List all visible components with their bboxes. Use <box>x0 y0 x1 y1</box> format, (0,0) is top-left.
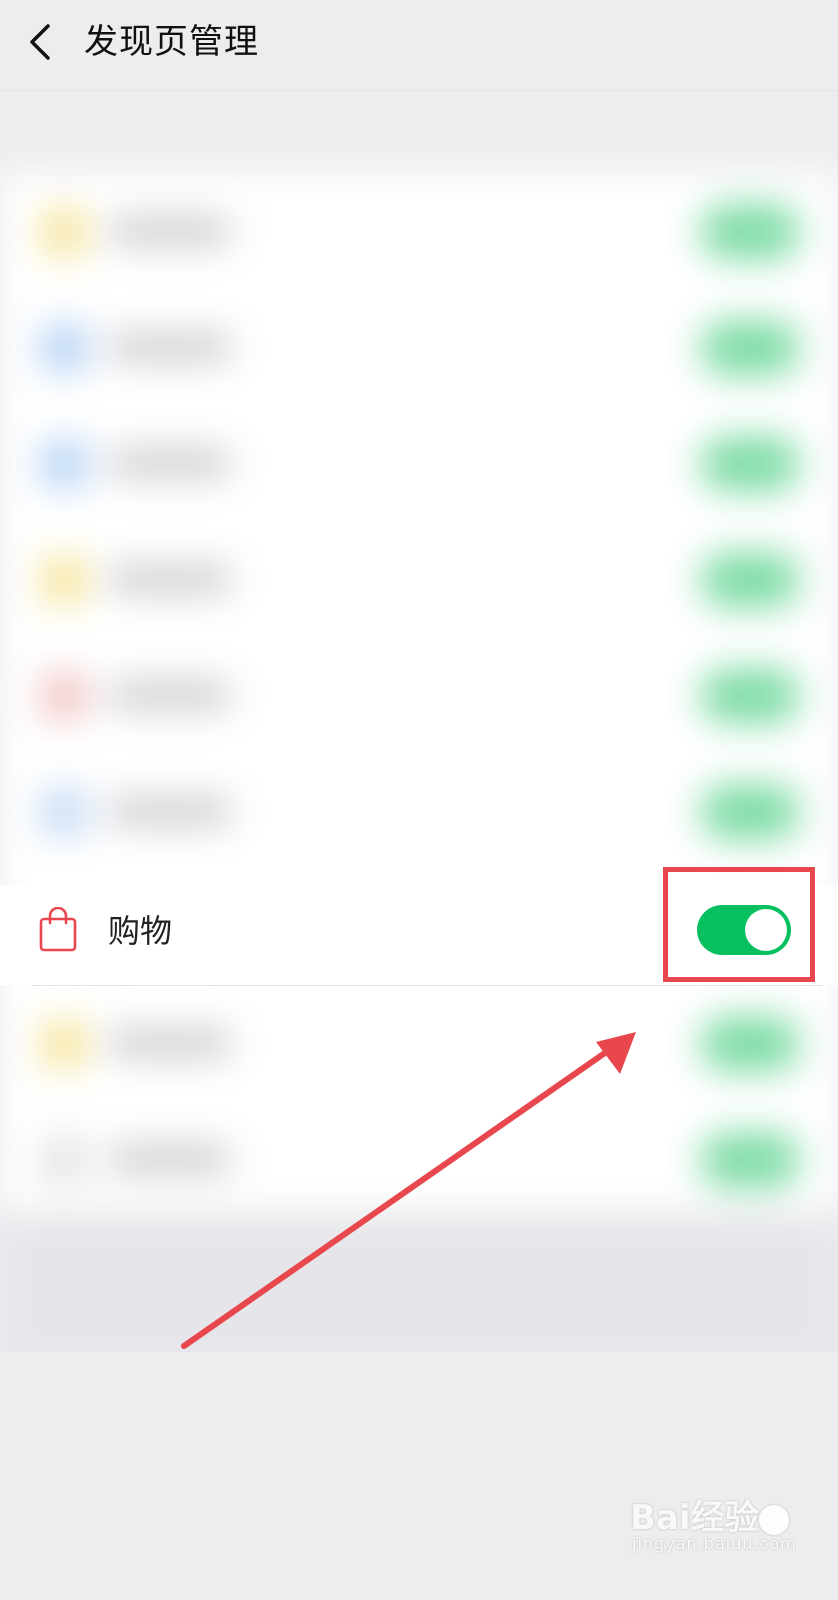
nav-bar: 发现页管理 <box>0 0 838 91</box>
watermark-site: jingyan.baidu.com <box>632 1534 797 1553</box>
annotation-highlight-box <box>663 867 815 982</box>
divider <box>32 985 822 986</box>
chevron-left-icon <box>30 24 50 60</box>
list-item-label: 购物 <box>108 912 173 950</box>
shopping-bag-icon <box>39 907 77 952</box>
back-button[interactable] <box>22 20 62 64</box>
watermark-logo: Bai经验 <box>630 1490 789 1539</box>
paw-icon <box>758 1504 789 1535</box>
page-title: 发现页管理 <box>84 22 259 62</box>
blurred-list <box>0 92 838 1352</box>
watermark-brand: Bai经验 <box>630 1498 759 1538</box>
baidu-watermark: Bai经验 jingyan.baidu.com <box>630 1490 830 1560</box>
